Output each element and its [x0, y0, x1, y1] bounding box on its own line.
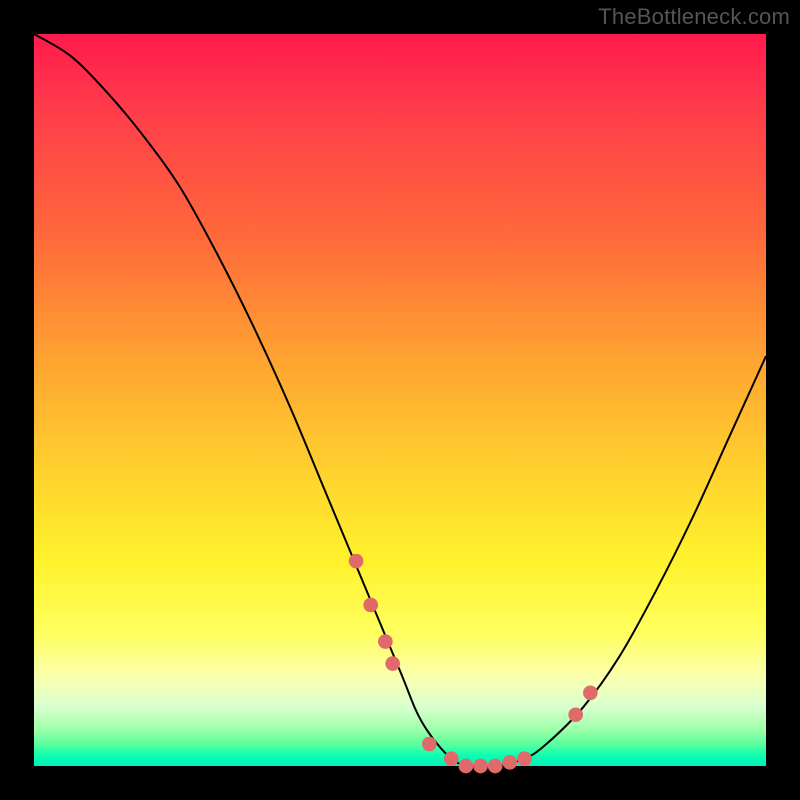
- marker-point: [488, 759, 503, 774]
- marker-point: [517, 751, 532, 766]
- marker-point: [459, 759, 474, 774]
- plot-area: [34, 34, 766, 766]
- marker-point: [583, 685, 598, 700]
- curve-svg: [34, 34, 766, 766]
- highlighted-points: [349, 554, 598, 774]
- marker-point: [502, 755, 517, 770]
- marker-point: [378, 634, 393, 649]
- marker-point: [363, 598, 378, 613]
- marker-point: [444, 751, 459, 766]
- marker-point: [568, 707, 583, 722]
- marker-point: [349, 554, 364, 569]
- bottleneck-curve: [34, 34, 766, 767]
- marker-point: [422, 737, 437, 752]
- marker-point: [385, 656, 400, 671]
- chart-container: TheBottleneck.com: [0, 0, 800, 800]
- marker-point: [473, 759, 488, 774]
- attribution-label: TheBottleneck.com: [598, 4, 790, 30]
